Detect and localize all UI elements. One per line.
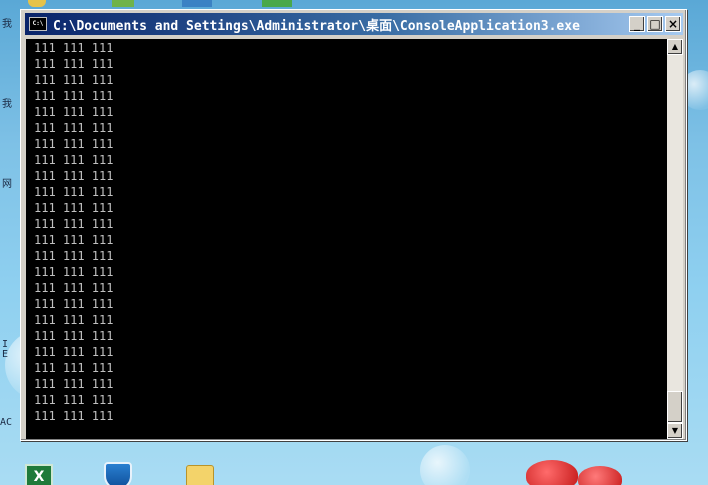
desktop-icon-label: 我 xyxy=(2,19,12,30)
console-line: 111 111 111 xyxy=(34,89,114,103)
console-output[interactable]: 111 111 111 111 111 111 111 111 111 111 111… xyxy=(26,39,667,439)
console-line: 111 111 111 xyxy=(34,137,114,151)
console-line: 111 111 111 xyxy=(34,345,114,359)
console-line: 111 111 111 xyxy=(34,249,114,263)
console-lines: 111 111 111 111 111 111 111 111 111 111 111… xyxy=(34,40,113,424)
scroll-thumb[interactable] xyxy=(667,391,683,423)
console-line: 111 111 111 xyxy=(34,313,114,327)
console-line: 111 111 111 xyxy=(34,153,114,167)
console-line: 111 111 111 xyxy=(34,233,114,247)
desktop-icon-label: 我 xyxy=(2,99,12,110)
console-line: 111 111 111 xyxy=(34,377,114,391)
window-controls: _ □ × xyxy=(629,16,681,32)
desktop-icon-label: I E xyxy=(2,339,9,360)
minimize-button[interactable]: _ xyxy=(629,16,645,32)
console-line: 111 111 111 xyxy=(34,329,114,343)
console-line: 111 111 111 xyxy=(34,361,114,375)
console-line: 111 111 111 xyxy=(34,393,114,407)
desktop-icon-label: AC xyxy=(0,417,13,428)
console-line: 111 111 111 xyxy=(34,73,114,87)
folder-icon[interactable] xyxy=(186,465,214,485)
desktop-icon[interactable] xyxy=(112,0,134,7)
strawberry-icon xyxy=(578,466,622,485)
desktop-icon-label: 网 xyxy=(2,179,12,190)
console-line: 111 111 111 xyxy=(34,409,114,423)
shield-icon[interactable] xyxy=(104,462,132,485)
scroll-up-button[interactable]: ▲ xyxy=(667,39,683,55)
desktop-icon[interactable] xyxy=(182,0,212,7)
scroll-down-button[interactable]: ▼ xyxy=(667,423,683,439)
console-line: 111 111 111 xyxy=(34,297,114,311)
console-line: 111 111 111 xyxy=(34,41,114,55)
vertical-scrollbar[interactable]: ▲ ▼ xyxy=(667,39,683,439)
excel-icon[interactable]: X xyxy=(25,464,53,485)
window-title: C:\Documents and Settings\Administrator\… xyxy=(53,18,580,34)
console-line: 111 111 111 xyxy=(34,57,114,71)
console-line: 111 111 111 xyxy=(34,201,114,215)
desktop-icon[interactable] xyxy=(262,0,292,7)
console-line: 111 111 111 xyxy=(34,185,114,199)
maximize-button[interactable]: □ xyxy=(647,16,663,32)
console-line: 111 111 111 xyxy=(34,169,114,183)
strawberry-icon xyxy=(526,460,578,485)
title-bar[interactable]: C:\ C:\Documents and Settings\Administra… xyxy=(25,13,683,35)
console-icon[interactable]: C:\ xyxy=(29,17,47,31)
console-line: 111 111 111 xyxy=(34,265,114,279)
close-button[interactable]: × xyxy=(665,16,681,32)
console-line: 111 111 111 xyxy=(34,281,114,295)
console-window[interactable]: C:\ C:\Documents and Settings\Administra… xyxy=(20,9,687,441)
console-line: 111 111 111 xyxy=(34,121,114,135)
desktop-icon-row: X xyxy=(0,460,708,485)
console-line: 111 111 111 xyxy=(34,105,114,119)
desktop-icon[interactable] xyxy=(28,0,46,7)
console-line: 111 111 111 xyxy=(34,217,114,231)
